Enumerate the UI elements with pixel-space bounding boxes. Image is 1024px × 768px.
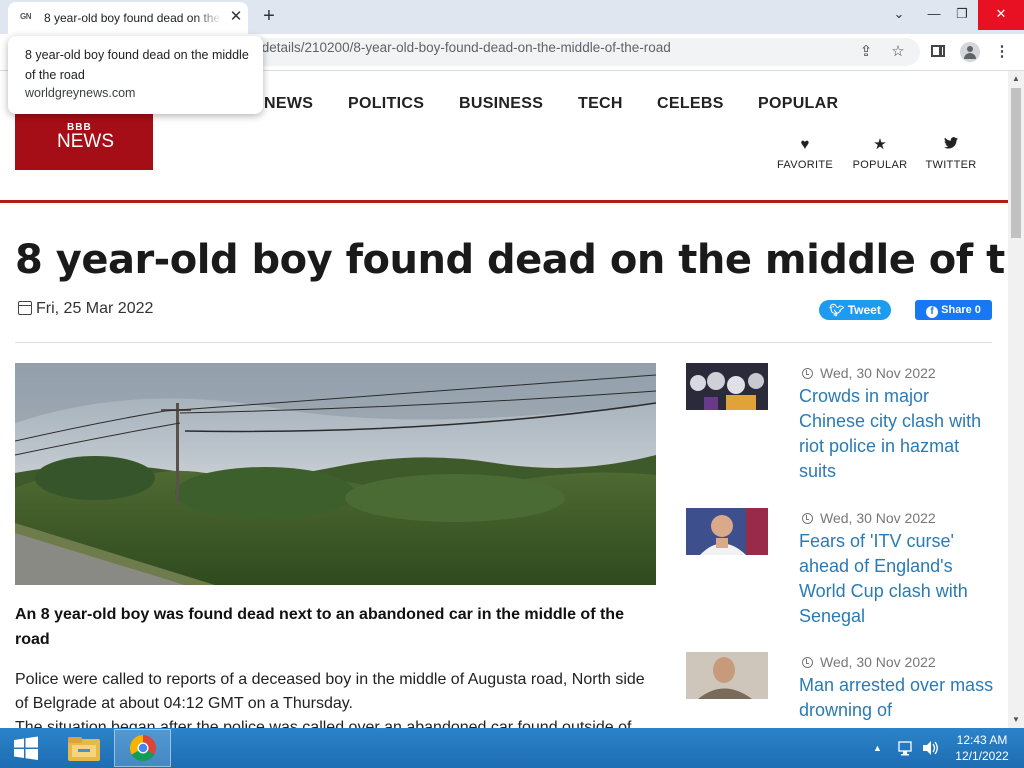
hover-card-domain: worldgreynews.com xyxy=(25,86,136,100)
sidebar-story-title[interactable]: Man arrested over mass drowning of xyxy=(799,673,994,723)
article-hero-image xyxy=(15,363,656,585)
scroll-up-arrow-icon[interactable]: ▲ xyxy=(1008,71,1024,87)
close-window-button[interactable]: ✕ xyxy=(978,0,1024,30)
start-button[interactable] xyxy=(4,732,48,764)
minimize-button[interactable]: — xyxy=(922,0,946,30)
sidebar-story[interactable]: Wed, 30 Nov 2022 Man arrested over mass … xyxy=(686,652,996,728)
share-label: Share 0 xyxy=(941,304,981,316)
article-paragraph-1: Police were called to reports of a decea… xyxy=(15,671,645,712)
sidebar-story-date: Wed, 30 Nov 2022 xyxy=(820,510,936,526)
sidebar-story-date: Wed, 30 Nov 2022 xyxy=(820,365,936,381)
nav-celebs[interactable]: CELEBS xyxy=(657,95,724,113)
tab-strip: GN 8 year-old boy found dead on the midd… xyxy=(0,0,1024,34)
bookmark-star-icon[interactable]: ☆ xyxy=(887,41,909,63)
sidebar-story[interactable]: Wed, 30 Nov 2022 Fears of 'ITV curse' ah… xyxy=(686,508,996,638)
twitter-icon xyxy=(923,135,979,155)
site-favicon-icon: GN xyxy=(20,12,32,21)
chrome-taskbar-icon[interactable] xyxy=(114,729,171,767)
new-tab-button[interactable]: + xyxy=(258,6,280,28)
sidebar-story-title[interactable]: Crowds in major Chinese city clash with … xyxy=(799,384,994,484)
nav-popular[interactable]: POPULAR xyxy=(758,95,838,113)
article-lead: An 8 year-old boy was found dead next to… xyxy=(15,606,624,648)
page-scrollbar[interactable]: ▲ ▼ xyxy=(1008,71,1024,728)
content-divider xyxy=(15,342,992,343)
clock-icon xyxy=(802,368,813,379)
scrollbar-thumb[interactable] xyxy=(1011,88,1021,238)
tweet-button[interactable]: 🐦︎ Tweet xyxy=(819,300,891,320)
heart-icon: ♥ xyxy=(800,136,810,153)
tab-title: 8 year-old boy found dead on the middle … xyxy=(44,11,222,25)
volume-icon[interactable] xyxy=(920,728,940,768)
sidebar-story-title[interactable]: Fears of 'ITV curse' ahead of England's … xyxy=(799,529,994,629)
clock-time: 12:43 AM xyxy=(956,733,1008,747)
sidebar-story-thumbnail[interactable] xyxy=(686,363,768,410)
taskbar-clock[interactable]: 12:43 AM 12/1/2022 xyxy=(950,732,1014,764)
page-viewport: BBB NEWS NEWS POLITICS BUSINESS TECH CEL… xyxy=(0,71,1008,728)
nav-tech[interactable]: TECH xyxy=(578,95,623,113)
nav-business[interactable]: BUSINESS xyxy=(459,95,543,113)
twitter-bird-icon: 🐦︎ xyxy=(829,303,845,317)
tray-chevron-icon[interactable]: ▲ xyxy=(873,728,887,768)
tweet-label: Tweet xyxy=(847,303,881,317)
sidebar-story-thumbnail[interactable] xyxy=(686,652,768,699)
menu-kebab-icon[interactable]: ⋮ xyxy=(991,41,1013,63)
tab-hover-card: 8 year-old boy found dead on the middle … xyxy=(8,36,263,114)
windows-taskbar: ▲ 12:43 AM 12/1/2022 xyxy=(0,728,1024,768)
sidebar-story-date-row: Wed, 30 Nov 2022 xyxy=(802,654,936,670)
popular-button[interactable]: ★ POPULAR xyxy=(851,135,909,171)
side-panel-icon[interactable] xyxy=(931,45,945,57)
file-explorer-taskbar-icon[interactable] xyxy=(56,729,113,767)
sidebar-story[interactable]: Wed, 30 Nov 2022 Crowds in major Chinese… xyxy=(686,363,996,493)
address-bar-url[interactable]: /details/210200/8-year-old-boy-found-dea… xyxy=(258,40,671,55)
facebook-icon: f xyxy=(926,306,939,318)
sidebar-story-date-row: Wed, 30 Nov 2022 xyxy=(802,510,936,526)
tab-search-chevron-icon[interactable]: ⌄ xyxy=(886,0,912,30)
sidebar-story-date-row: Wed, 30 Nov 2022 xyxy=(802,365,936,381)
article-headline: 8 year-old boy found dead on the middle … xyxy=(15,237,1008,283)
nav-news[interactable]: NEWS xyxy=(264,95,313,113)
scroll-down-arrow-icon[interactable]: ▼ xyxy=(1008,712,1024,728)
hover-card-title: 8 year-old boy found dead on the middle … xyxy=(25,48,249,82)
sidebar-story-thumbnail[interactable] xyxy=(686,508,768,555)
article-date-row: Fri, 25 Mar 2022 xyxy=(18,300,153,318)
twitter-button[interactable]: TWITTER xyxy=(923,135,979,171)
logo-bottom-text: NEWS xyxy=(57,131,114,152)
favorite-button[interactable]: ♥ FAVORITE xyxy=(776,135,834,171)
tab-close-icon[interactable]: ✕ xyxy=(226,7,246,27)
popular-label: POPULAR xyxy=(852,159,908,171)
header-divider xyxy=(0,200,1008,203)
restore-button[interactable]: ❐ xyxy=(950,0,974,30)
calendar-icon xyxy=(18,301,32,315)
article-date: Fri, 25 Mar 2022 xyxy=(36,300,154,317)
profile-avatar-icon[interactable] xyxy=(960,42,980,62)
share-icon[interactable]: ⇪ xyxy=(855,41,877,63)
clock-icon xyxy=(802,513,813,524)
clock-date: 12/1/2022 xyxy=(955,749,1009,763)
twitter-label: TWITTER xyxy=(925,159,977,171)
star-icon: ★ xyxy=(873,136,887,153)
network-icon[interactable] xyxy=(896,728,914,768)
favorite-label: FAVORITE xyxy=(777,159,833,171)
sidebar-story-date: Wed, 30 Nov 2022 xyxy=(820,654,936,670)
clock-icon xyxy=(802,657,813,668)
facebook-share-button[interactable]: f Share 0 xyxy=(915,300,992,320)
article-paragraph-2: The situation began after the police was… xyxy=(15,719,632,728)
browser-tab[interactable]: GN 8 year-old boy found dead on the midd… xyxy=(8,2,248,34)
nav-politics[interactable]: POLITICS xyxy=(348,95,424,113)
